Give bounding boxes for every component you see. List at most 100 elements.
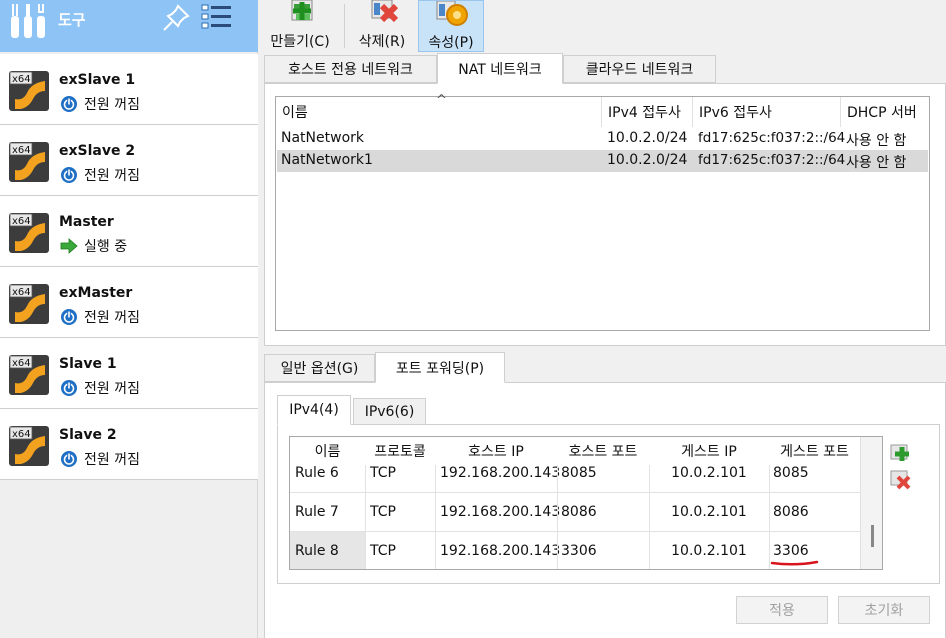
header-label: 프로토콜 (374, 444, 426, 460)
delete-label: 삭제(R) (358, 34, 406, 50)
network-row[interactable]: NatNetwork 10.0.2.0/24 fd17:625c:f037:2:… (277, 128, 928, 150)
vm-item[interactable]: x64 Slave 2 전원 꺼짐 (0, 409, 258, 480)
rule-host-ip: 192.168.200.143 (440, 542, 561, 559)
menu-icon[interactable] (200, 2, 234, 32)
power-icon (61, 96, 77, 112)
header-label: 호스트 IP (468, 444, 524, 460)
properties-button[interactable]: 속성(P) (418, 0, 484, 52)
vm-state-label: 전원 꺼짐 (84, 452, 140, 468)
create-network-icon (291, 0, 313, 21)
column-header-ipv4[interactable]: IPv4 접두사 (602, 97, 693, 127)
vm-name: Slave 1 (59, 356, 117, 372)
row-divider (290, 492, 860, 493)
column-header-host-port[interactable]: 호스트 포트 (557, 437, 649, 465)
network-ipv4: 10.0.2.0/24 (607, 152, 688, 168)
vm-item[interactable]: x64 Master 실행 중 (0, 196, 258, 267)
network-ipv6: fd17:625c:f037:2::/64 (698, 130, 846, 146)
scrollbar-thumb[interactable] (871, 525, 874, 547)
column-header-rule-name[interactable]: 이름 (290, 437, 365, 465)
vm-item[interactable]: x64 Slave 1 전원 꺼짐 (0, 338, 258, 409)
column-header-protocol[interactable]: 프로토콜 (365, 437, 435, 465)
rule-name: Rule 7 (295, 503, 339, 520)
network-ipv6: fd17:625c:f037:2::/64 (698, 152, 846, 168)
column-header-host-ip[interactable]: 호스트 IP (435, 437, 557, 465)
network-dhcp: 사용 안 함 (846, 133, 907, 149)
vm-name: Master (59, 214, 114, 230)
tab-ipv6[interactable]: IPv6(6) (353, 398, 426, 426)
power-icon (61, 167, 77, 183)
vm-item[interactable]: x64 exSlave 2 전원 꺼짐 (0, 125, 258, 196)
vm-state: 전원 꺼짐 (60, 378, 140, 398)
column-header-ipv6[interactable]: IPv6 접두사 (693, 97, 841, 127)
column-header-dhcp[interactable]: DHCP 서버 (841, 97, 929, 127)
svg-text:x64: x64 (12, 287, 31, 298)
row-divider (290, 531, 860, 532)
create-button[interactable]: 만들기(C) (265, 0, 335, 52)
delete-button[interactable]: 삭제(R) (352, 0, 412, 52)
vm-state: 전원 꺼짐 (60, 449, 140, 469)
header-label: DHCP 서버 (847, 105, 917, 121)
tab-cloud-network[interactable]: 클라우드 네트워크 (563, 55, 716, 83)
vm-os-icon: x64 (9, 355, 49, 395)
svg-text:x64: x64 (12, 358, 31, 369)
tab-nat-network[interactable]: NAT 네트워크 (437, 53, 563, 84)
add-rule-icon[interactable] (889, 441, 911, 463)
vm-state-label: 실행 중 (84, 239, 128, 255)
rule-protocol: TCP (370, 542, 396, 559)
svg-text:x64: x64 (12, 216, 31, 227)
vm-item[interactable]: x64 exSlave 1 전원 꺼짐 (0, 54, 258, 125)
properties-label: 속성(P) (428, 35, 474, 51)
create-label: 만들기(C) (270, 34, 330, 50)
rule-row[interactable]: Rule 7 TCP 192.168.200.143 8086 10.0.2.101 80… (290, 492, 860, 531)
header-label: 게스트 포트 (780, 444, 849, 460)
rule-host-ip: 192.168.200.143 (440, 503, 561, 520)
network-dhcp: 사용 안 함 (846, 155, 907, 171)
tab-host-only-network[interactable]: 호스트 전용 네트워크 (264, 55, 437, 83)
vm-list-panel: 도구 x64 exSlave 1 전원 꺼짐 x64 exSlave 2 전원 꺼짐 x64… (0, 0, 258, 638)
apply-button[interactable]: 적용 (736, 596, 828, 624)
vm-os-icon: x64 (9, 284, 49, 324)
vm-os-icon: x64 (9, 142, 49, 182)
header-label: IPv6 접두사 (699, 105, 772, 121)
header-label: 호스트 포트 (568, 444, 638, 460)
header-label: 이름 (314, 444, 341, 460)
header-label: IPv4 접두사 (608, 105, 681, 121)
vm-state-label: 전원 꺼짐 (84, 168, 140, 184)
sort-indicator-icon: ^ (436, 93, 447, 108)
rule-protocol: TCP (370, 503, 396, 520)
tools-label: 도구 (58, 11, 86, 29)
vm-state-label: 전원 꺼짐 (84, 97, 140, 113)
vm-os-icon: x64 (9, 71, 49, 111)
delete-network-icon (371, 0, 399, 23)
remove-rule-icon[interactable] (889, 469, 911, 491)
vm-state: 전원 꺼짐 (60, 94, 140, 114)
nat-network-table: 이름 ^ IPv4 접두사 IPv6 접두사 DHCP 서버 NatNetwor… (275, 93, 930, 331)
pin-icon[interactable] (160, 2, 194, 32)
vm-name: exSlave 1 (59, 72, 136, 88)
vm-os-icon: x64 (9, 213, 49, 253)
rules-scrollbar[interactable] (860, 437, 882, 569)
rule-host-port: 8086 (561, 503, 597, 520)
rule-guest-port: 8086 (773, 503, 809, 520)
tab-general-options[interactable]: 일반 옵션(G) (264, 354, 375, 382)
port-forwarding-rules-table: Rule 6 TCP 192.168.200.143 8085 10.0.2.101 80… (289, 436, 883, 570)
rule-guest-ip: 10.0.2.101 (671, 542, 747, 559)
column-header-guest-ip[interactable]: 게스트 IP (649, 437, 769, 465)
column-header-guest-port[interactable]: 게스트 포트 (769, 437, 860, 465)
running-arrow-icon (60, 238, 78, 254)
network-row-selected[interactable]: NatNetwork1 10.0.2.0/24 fd17:625c:f037:2… (277, 150, 928, 172)
vm-state: 전원 꺼짐 (60, 307, 140, 327)
vm-item[interactable]: x64 exMaster 전원 꺼짐 (0, 267, 258, 338)
tab-ipv4[interactable]: IPv4(4) (277, 395, 351, 425)
tab-port-forwarding[interactable]: 포트 포워딩(P) (375, 352, 505, 383)
header-label: 이름 (282, 105, 308, 121)
reset-button[interactable]: 초기화 (838, 596, 930, 624)
svg-text:x64: x64 (12, 145, 31, 156)
tools-header[interactable]: 도구 (0, 0, 258, 52)
vm-state: 전원 꺼짐 (60, 165, 140, 185)
rule-name: Rule 8 (295, 542, 339, 559)
rule-guest-ip: 10.0.2.101 (671, 503, 747, 520)
vm-os-icon: x64 (9, 426, 49, 466)
svg-text:x64: x64 (12, 74, 31, 85)
toolbar-separator (344, 4, 345, 48)
